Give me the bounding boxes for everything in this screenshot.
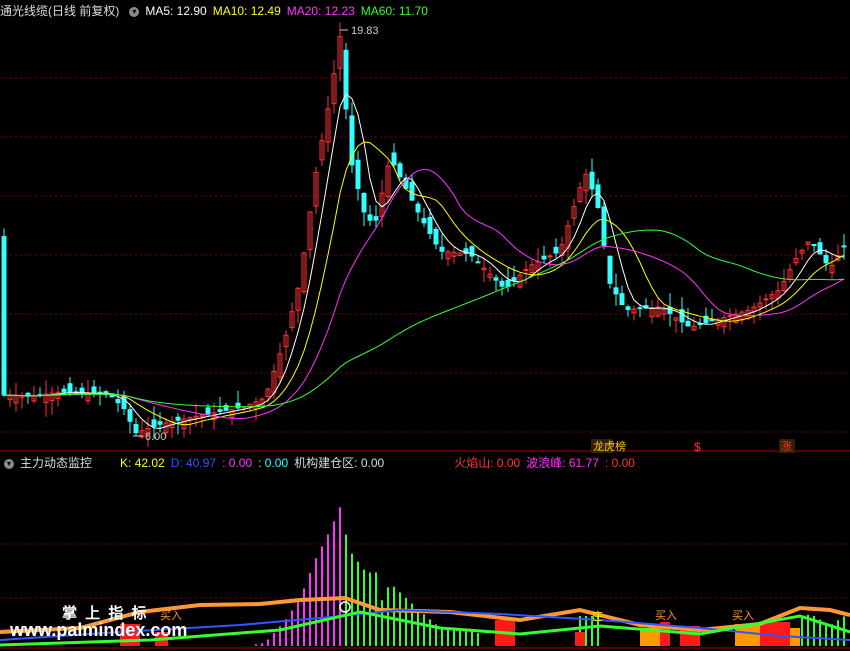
- signal-buy-2: 买入: [655, 609, 677, 622]
- low-label: 6.00: [145, 431, 166, 443]
- marker-dollar[interactable]: $: [694, 440, 701, 454]
- high-label: 19.83: [351, 25, 379, 37]
- marker-longhu[interactable]: 龙虎榜: [593, 439, 626, 453]
- chart-canvas[interactable]: 19.83 6.00 龙虎榜 $ 涨 买入 买入 买入 庄: [0, 0, 850, 651]
- zhuang-label: 庄: [592, 609, 603, 623]
- high-annotation: 19.83: [340, 25, 379, 37]
- moving-average-lines: [3, 93, 845, 430]
- marker-zhang[interactable]: 涨: [781, 440, 792, 453]
- signal-buy-3: 买入: [732, 609, 754, 622]
- candlestick-series: [1, 22, 847, 447]
- grid-lines: [0, 77, 850, 599]
- event-markers[interactable]: 龙虎榜 $ 涨: [591, 439, 795, 454]
- watermark-url: www.palmindex.com: [10, 620, 188, 640]
